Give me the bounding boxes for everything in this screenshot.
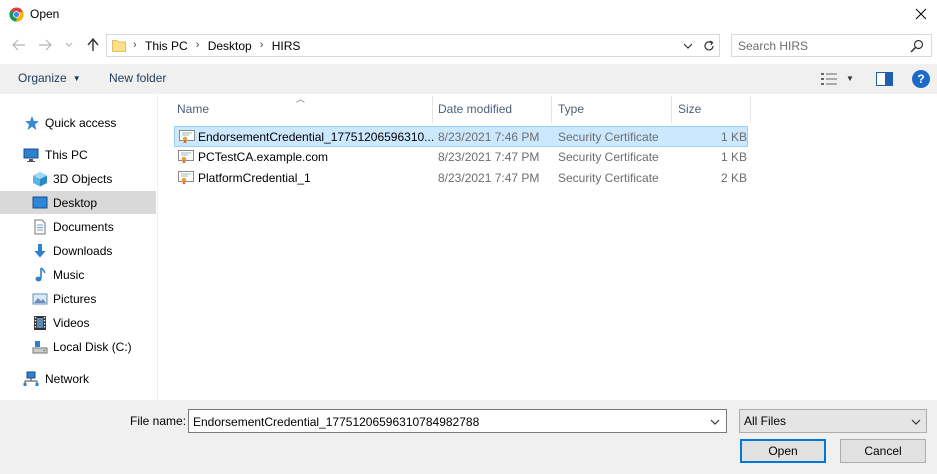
chevron-down-icon xyxy=(911,419,921,425)
file-row[interactable]: PlatformCredential_1 8/23/2021 7:47 PM S… xyxy=(174,168,748,189)
chevron-down-icon xyxy=(683,43,693,49)
cancel-button[interactable]: Cancel xyxy=(840,439,926,463)
arrow-up-icon xyxy=(87,38,99,51)
arrow-left-icon xyxy=(12,39,25,51)
sort-up-icon: ︿ xyxy=(296,94,306,104)
pane-divider[interactable] xyxy=(157,94,158,400)
close-icon xyxy=(915,8,927,20)
column-separator[interactable] xyxy=(432,96,433,123)
chevron-right-icon: › xyxy=(259,39,264,51)
nav-item-music[interactable]: Music xyxy=(0,264,156,286)
recent-locations-button[interactable] xyxy=(62,36,76,54)
column-header-name[interactable]: Name xyxy=(177,97,209,121)
arrow-right-icon xyxy=(39,39,52,51)
file-type-dropdown-button[interactable] xyxy=(908,414,924,430)
chevron-down-icon xyxy=(65,42,73,47)
column-separator[interactable] xyxy=(671,96,672,123)
up-button[interactable] xyxy=(84,36,102,54)
search-icon xyxy=(910,39,924,53)
address-bar[interactable]: › This PC › Desktop › HIRS xyxy=(106,34,720,57)
nav-item-local-disk[interactable]: Local Disk (C:) xyxy=(0,336,156,358)
chevron-down-icon xyxy=(710,419,720,425)
nav-item-this-pc[interactable]: This PC xyxy=(0,144,156,166)
nav-item-videos[interactable]: Videos xyxy=(0,312,156,334)
nav-item-downloads[interactable]: Downloads xyxy=(0,240,156,262)
nav-item-quick-access[interactable]: Quick access xyxy=(0,112,156,134)
certificate-icon xyxy=(178,150,194,164)
certificate-icon xyxy=(179,130,195,144)
nav-item-3d-objects[interactable]: 3D Objects xyxy=(0,168,156,190)
pictures-icon xyxy=(32,293,48,305)
navigation-pane: Quick access This PC 3D Objects Desktop … xyxy=(0,94,157,400)
file-name-label: File name: xyxy=(130,414,187,428)
column-separator[interactable] xyxy=(551,96,552,123)
caret-down-icon: ▼ xyxy=(72,74,81,83)
computer-icon xyxy=(23,148,39,162)
organize-button[interactable]: Organize ▼ xyxy=(18,71,81,85)
file-row[interactable]: PCTestCA.example.com 8/23/2021 7:47 PM S… xyxy=(174,147,748,168)
window-title: Open xyxy=(30,7,60,21)
chevron-right-icon: › xyxy=(133,39,137,51)
column-header-type[interactable]: Type xyxy=(558,97,584,121)
column-separator[interactable] xyxy=(750,96,751,123)
column-header-date-modified[interactable]: Date modified xyxy=(438,97,512,121)
close-button[interactable] xyxy=(908,2,934,26)
search-box[interactable] xyxy=(731,34,932,57)
file-type-select[interactable]: All Files xyxy=(739,409,927,433)
file-type-value: All Files xyxy=(744,414,787,428)
column-header-size[interactable]: Size xyxy=(678,97,701,121)
help-icon[interactable]: ? xyxy=(912,70,930,88)
film-icon xyxy=(34,316,46,330)
open-button[interactable]: Open xyxy=(740,439,826,463)
breadcrumb: › This PC › Desktop › HIRS xyxy=(131,35,306,56)
nav-item-pictures[interactable]: Pictures xyxy=(0,288,156,310)
file-name-combobox[interactable] xyxy=(188,409,727,433)
network-icon xyxy=(23,371,39,386)
drive-icon xyxy=(32,341,48,354)
view-options-dropdown[interactable]: ▼ xyxy=(846,74,854,83)
certificate-icon xyxy=(178,171,194,185)
desktop-icon xyxy=(32,196,48,208)
chevron-right-icon: › xyxy=(195,39,200,51)
star-icon xyxy=(25,116,39,130)
breadcrumb-hirs[interactable]: › HIRS xyxy=(258,35,307,56)
details-view-icon[interactable] xyxy=(820,72,838,86)
breadcrumb-this-pc[interactable]: › This PC xyxy=(131,35,194,56)
toolbar: Organize ▼ New folder ▼ ? xyxy=(0,64,937,94)
chrome-icon xyxy=(9,7,24,22)
file-name-input[interactable] xyxy=(193,414,703,429)
download-arrow-icon xyxy=(34,244,46,258)
music-note-icon xyxy=(35,267,46,282)
cube-icon xyxy=(33,172,47,187)
file-name-dropdown-button[interactable] xyxy=(707,414,723,430)
new-folder-button[interactable]: New folder xyxy=(109,71,166,85)
breadcrumb-desktop[interactable]: › Desktop xyxy=(194,35,258,56)
nav-item-documents[interactable]: Documents xyxy=(0,216,156,238)
title-bar: Open xyxy=(0,0,937,30)
address-dropdown-button[interactable] xyxy=(680,38,696,54)
documents-icon xyxy=(34,219,46,235)
preview-pane-icon[interactable] xyxy=(876,72,893,86)
file-row[interactable]: EndorsementCredential_17751206596310... … xyxy=(174,126,748,147)
back-button[interactable] xyxy=(10,36,28,54)
refresh-icon xyxy=(703,40,714,51)
nav-item-network[interactable]: Network xyxy=(0,368,156,390)
folder-icon xyxy=(112,40,126,52)
search-input[interactable] xyxy=(738,38,908,54)
forward-button[interactable] xyxy=(36,36,54,54)
nav-item-desktop[interactable]: Desktop xyxy=(0,191,156,214)
refresh-button[interactable] xyxy=(699,38,717,54)
